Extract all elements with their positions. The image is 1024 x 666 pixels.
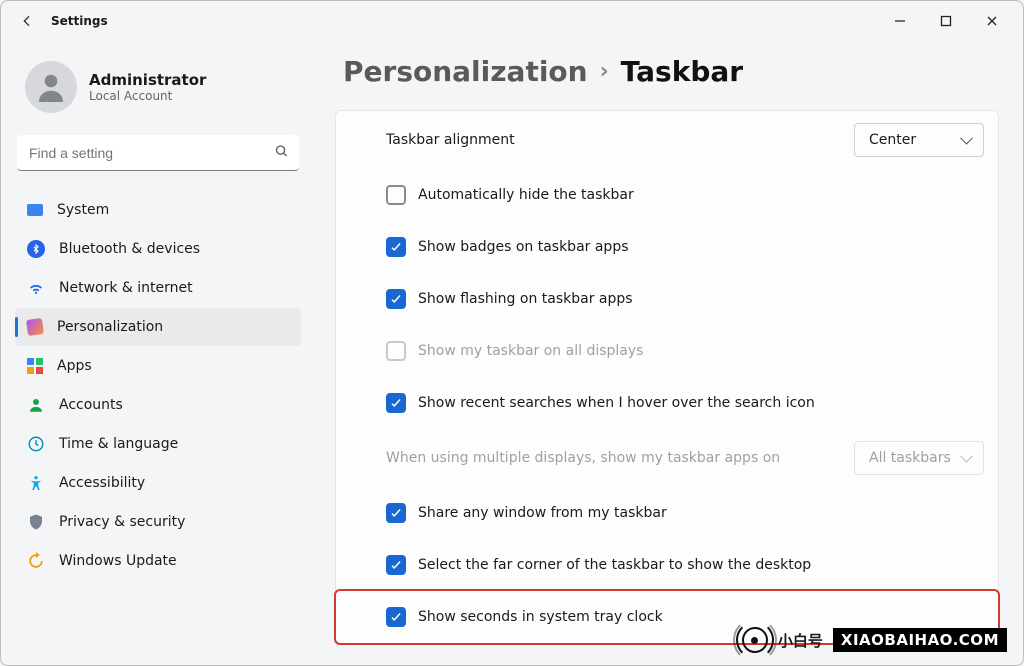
- window-title: Settings: [51, 14, 108, 28]
- wifi-icon: [27, 279, 45, 297]
- setting-label: Share any window from my taskbar: [418, 505, 667, 521]
- watermark: 小白号 XIAOBAIHAO.COM: [736, 623, 1013, 657]
- setting-label: Show my taskbar on all displays: [418, 343, 643, 359]
- taskbar-settings-card: Taskbar alignment Center Automatically h…: [335, 110, 999, 644]
- nav-label: Bluetooth & devices: [59, 241, 200, 257]
- setting-label: Select the far corner of the taskbar to …: [418, 557, 811, 573]
- back-button[interactable]: [9, 3, 45, 39]
- window-controls: [877, 5, 1015, 37]
- user-account-block[interactable]: Administrator Local Account: [15, 49, 301, 131]
- search-icon[interactable]: [274, 144, 289, 163]
- personalization-icon: [26, 318, 44, 336]
- nav-item-accounts[interactable]: Accounts: [15, 386, 301, 424]
- nav-label: Apps: [57, 358, 92, 374]
- nav-label: Accounts: [59, 397, 123, 413]
- user-name: Administrator: [89, 71, 206, 89]
- breadcrumb-parent[interactable]: Personalization: [343, 55, 588, 88]
- chevron-right-icon: ›: [600, 59, 609, 84]
- row-far-corner[interactable]: Select the far corner of the taskbar to …: [336, 539, 998, 591]
- alignment-dropdown[interactable]: Center: [854, 123, 984, 157]
- setting-label: Automatically hide the taskbar: [418, 187, 634, 203]
- multi-display-dropdown: All taskbars: [854, 441, 984, 475]
- nav-item-apps[interactable]: Apps: [15, 347, 301, 385]
- setting-label: Show badges on taskbar apps: [418, 239, 629, 255]
- main-content: Personalization › Taskbar Taskbar alignm…: [311, 41, 1023, 665]
- checkbox-far-corner[interactable]: [386, 555, 406, 575]
- checkbox-show-seconds[interactable]: [386, 607, 406, 627]
- search-box: [17, 135, 299, 171]
- nav-label: Accessibility: [59, 475, 145, 491]
- row-flashing[interactable]: Show flashing on taskbar apps: [336, 273, 998, 325]
- accounts-icon: [27, 396, 45, 414]
- maximize-button[interactable]: [923, 5, 969, 37]
- row-auto-hide[interactable]: Automatically hide the taskbar: [336, 169, 998, 221]
- setting-label: When using multiple displays, show my ta…: [386, 450, 780, 466]
- nav-label: Windows Update: [59, 553, 177, 569]
- nav-item-windows-update[interactable]: Windows Update: [15, 542, 301, 580]
- breadcrumb: Personalization › Taskbar: [335, 55, 999, 88]
- row-all-displays: Show my taskbar on all displays: [336, 325, 998, 377]
- nav-label: Time & language: [59, 436, 178, 452]
- setting-label: Show recent searches when I hover over t…: [418, 395, 815, 411]
- nav-label: Personalization: [57, 319, 163, 335]
- nav-list: System Bluetooth & devices Network & int…: [15, 191, 301, 580]
- setting-label: Taskbar alignment: [386, 132, 515, 148]
- nav-item-bluetooth[interactable]: Bluetooth & devices: [15, 230, 301, 268]
- clock-icon: [27, 435, 45, 453]
- checkbox-flashing[interactable]: [386, 289, 406, 309]
- nav-label: Privacy & security: [59, 514, 185, 530]
- accessibility-icon: [27, 474, 45, 492]
- row-share-window[interactable]: Share any window from my taskbar: [336, 487, 998, 539]
- search-input[interactable]: [17, 135, 299, 171]
- nav-item-accessibility[interactable]: Accessibility: [15, 464, 301, 502]
- title-bar: Settings: [1, 1, 1023, 41]
- dropdown-value: Center: [869, 132, 916, 148]
- bluetooth-icon: [27, 240, 45, 258]
- checkbox-all-displays: [386, 341, 406, 361]
- setting-label: Show flashing on taskbar apps: [418, 291, 633, 307]
- dropdown-value: All taskbars: [869, 450, 951, 466]
- row-multi-display-apps: When using multiple displays, show my ta…: [336, 429, 998, 487]
- nav-item-personalization[interactable]: Personalization: [15, 308, 301, 346]
- row-badges[interactable]: Show badges on taskbar apps: [336, 221, 998, 273]
- breadcrumb-current: Taskbar: [621, 55, 743, 88]
- row-taskbar-alignment: Taskbar alignment Center: [336, 111, 998, 169]
- row-recent-searches[interactable]: Show recent searches when I hover over t…: [336, 377, 998, 429]
- sidebar: Administrator Local Account System: [1, 41, 311, 665]
- checkbox-share-window[interactable]: [386, 503, 406, 523]
- watermark-logo-icon: [742, 627, 768, 653]
- system-icon: [27, 204, 43, 216]
- checkbox-auto-hide[interactable]: [386, 185, 406, 205]
- nav-label: System: [57, 202, 109, 218]
- nav-item-network[interactable]: Network & internet: [15, 269, 301, 307]
- shield-icon: [27, 513, 45, 531]
- watermark-text-cn: 小白号: [778, 630, 823, 651]
- nav-label: Network & internet: [59, 280, 193, 296]
- update-icon: [27, 552, 45, 570]
- avatar: [25, 61, 77, 113]
- setting-label: Show seconds in system tray clock: [418, 609, 663, 625]
- watermark-text-en: XIAOBAIHAO.COM: [833, 628, 1007, 652]
- minimize-button[interactable]: [877, 5, 923, 37]
- nav-item-system[interactable]: System: [15, 191, 301, 229]
- nav-item-privacy[interactable]: Privacy & security: [15, 503, 301, 541]
- nav-item-time-language[interactable]: Time & language: [15, 425, 301, 463]
- apps-icon: [27, 358, 43, 374]
- settings-window: Settings Administrator Local Account: [0, 0, 1024, 666]
- close-button[interactable]: [969, 5, 1015, 37]
- checkbox-recent-searches[interactable]: [386, 393, 406, 413]
- checkbox-badges[interactable]: [386, 237, 406, 257]
- user-account-type: Local Account: [89, 89, 206, 103]
